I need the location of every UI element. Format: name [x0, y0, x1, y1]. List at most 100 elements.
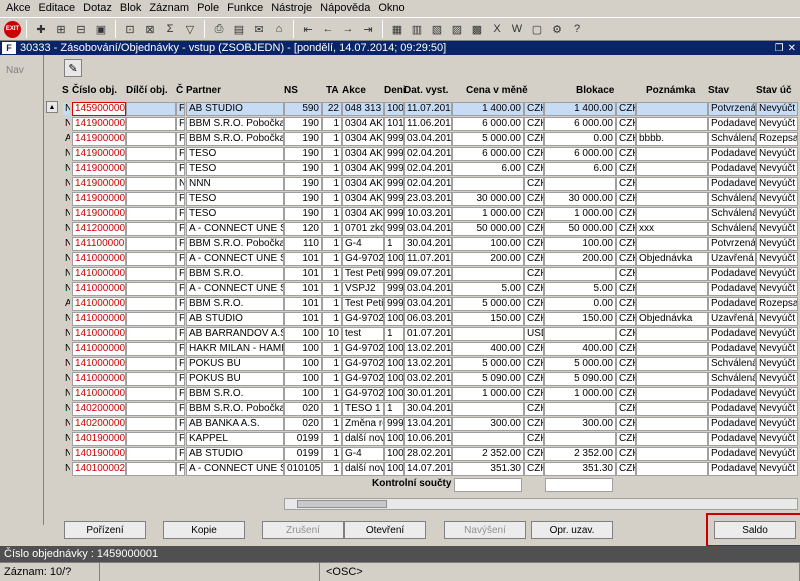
- table-cell[interactable]: CZK: [616, 372, 636, 386]
- table-cell[interactable]: 1008: [384, 252, 404, 266]
- table-row[interactable]: N1459000001 FAB STUDIO59022048 313 In1007…: [46, 101, 798, 116]
- table-cell[interactable]: 190: [284, 132, 322, 146]
- table-cell[interactable]: Nevyúčt: [756, 177, 798, 191]
- table-cell[interactable]: 100: [284, 342, 322, 356]
- print-icon[interactable]: ⎙: [210, 20, 228, 38]
- table-cell[interactable]: TESO: [186, 207, 284, 221]
- table-cell[interactable]: [126, 267, 176, 281]
- previous-record-icon[interactable]: ←: [319, 20, 337, 38]
- table-cell[interactable]: 02.04.2014: [404, 147, 452, 161]
- table-cell[interactable]: Nevyúčt: [756, 267, 798, 281]
- table-cell[interactable]: 0304 AKCI: [342, 162, 384, 176]
- column-header[interactable]: Akce: [342, 85, 366, 99]
- table-cell[interactable]: 02.04.2014: [404, 177, 452, 191]
- table-cell[interactable]: G4-9702-2: [342, 357, 384, 371]
- table-cell[interactable]: [636, 327, 708, 341]
- table-cell[interactable]: CZK: [524, 417, 544, 431]
- button-1[interactable]: Kopie: [163, 521, 245, 539]
- order-number-cell[interactable]: 1410000004: [72, 267, 126, 281]
- table-cell[interactable]: POKUS BÚ: [186, 357, 284, 371]
- table-cell[interactable]: VSPJ2: [342, 282, 384, 296]
- table-cell[interactable]: [636, 282, 708, 296]
- table-cell[interactable]: [544, 177, 616, 191]
- table-cell[interactable]: TESO: [186, 192, 284, 206]
- table-cell[interactable]: 120: [284, 222, 322, 236]
- table-cell[interactable]: Nevyúčt: [756, 282, 798, 296]
- table-cell[interactable]: CZK: [524, 147, 544, 161]
- table-cell[interactable]: AB BANKA A.S.: [186, 417, 284, 431]
- table-cell[interactable]: 03.04.2014: [404, 132, 452, 146]
- table-cell[interactable]: 10.06.2014: [404, 432, 452, 446]
- query-icon[interactable]: ⊡: [121, 20, 139, 38]
- table-cell[interactable]: G4-9702-2: [342, 252, 384, 266]
- table-cell[interactable]: N: [62, 222, 71, 236]
- table-cell[interactable]: Nevyúčt: [756, 222, 798, 236]
- table-cell[interactable]: CZK: [616, 402, 636, 416]
- table-cell[interactable]: 30.01.2014: [404, 387, 452, 401]
- order-number-cell[interactable]: 1410000001: [72, 387, 126, 401]
- table-cell[interactable]: test: [342, 327, 384, 341]
- table-cell[interactable]: AB STUDIO: [186, 312, 284, 326]
- table-cell[interactable]: Nevyúčt: [756, 432, 798, 446]
- first-record-icon[interactable]: ⇤: [299, 20, 317, 38]
- table-cell[interactable]: F: [176, 312, 185, 326]
- table-cell[interactable]: 1: [322, 372, 342, 386]
- table-row[interactable]: N1410000004 FHAKR MILAN - HAMICO1001G4-97…: [46, 341, 798, 356]
- column-header[interactable]: Deni: [384, 85, 406, 99]
- table-cell[interactable]: 1: [322, 252, 342, 266]
- table-cell[interactable]: 02.04.2014: [404, 162, 452, 176]
- table-cell[interactable]: BBM S.R.O. Pobočka Pra: [186, 402, 284, 416]
- table-cell[interactable]: 03.02.2014: [404, 372, 452, 386]
- table-cell[interactable]: 101: [284, 267, 322, 281]
- table-cell[interactable]: 5 090.00: [544, 372, 616, 386]
- column-header[interactable]: Dílčí obj.: [126, 85, 168, 99]
- table-cell[interactable]: 100.00: [544, 237, 616, 251]
- table-cell[interactable]: [636, 357, 708, 371]
- table-cell[interactable]: [126, 342, 176, 356]
- table-cell[interactable]: CZK: [616, 297, 636, 311]
- column-header[interactable]: Poznámka: [646, 85, 695, 99]
- table-cell[interactable]: 0304 AKCI: [342, 192, 384, 206]
- table-cell[interactable]: CZK: [616, 162, 636, 176]
- horizontal-scrollbar[interactable]: [284, 498, 798, 510]
- table-cell[interactable]: 9999: [384, 267, 404, 281]
- table-cell[interactable]: [126, 447, 176, 461]
- table-cell[interactable]: 03.04.2014: [404, 297, 452, 311]
- table-cell[interactable]: 06.03.2014: [404, 312, 452, 326]
- table-cell[interactable]: CZK: [524, 117, 544, 131]
- table-cell[interactable]: F: [176, 402, 185, 416]
- table-row[interactable]: A1419000006FBBM S.R.O. Pobočka Pra190103…: [46, 131, 798, 146]
- table-cell[interactable]: 10: [322, 327, 342, 341]
- table-cell[interactable]: BBM S.R.O. Pobočka Pra: [186, 237, 284, 251]
- table-cell[interactable]: 9999: [384, 297, 404, 311]
- order-number-cell[interactable]: 1411000001: [72, 237, 126, 251]
- table-cell[interactable]: [636, 462, 708, 476]
- count-icon[interactable]: Σ: [161, 20, 179, 38]
- table-cell[interactable]: Nevyúčt: [756, 162, 798, 176]
- table-cell[interactable]: [636, 102, 708, 116]
- table-cell[interactable]: 03.04.2014: [404, 222, 452, 236]
- table-cell[interactable]: [636, 147, 708, 161]
- excel-icon[interactable]: X: [488, 20, 506, 38]
- table-cell[interactable]: Nevyúčt: [756, 372, 798, 386]
- table-cell[interactable]: 0.00: [544, 132, 616, 146]
- table-cell[interactable]: Schválená: [708, 222, 756, 236]
- table-cell[interactable]: 03.04.2014: [404, 282, 452, 296]
- table-cell[interactable]: CZK: [616, 102, 636, 116]
- table-cell[interactable]: CZK: [616, 267, 636, 281]
- table-cell[interactable]: G4-9702-2: [342, 387, 384, 401]
- table-cell[interactable]: [452, 402, 524, 416]
- table-cell[interactable]: 14.07.2014: [404, 462, 452, 476]
- table-cell[interactable]: CZK: [524, 402, 544, 416]
- order-number-cell[interactable]: 1419000005: [72, 147, 126, 161]
- table-cell[interactable]: 1: [322, 192, 342, 206]
- table-cell[interactable]: 1: [322, 147, 342, 161]
- table-cell[interactable]: Schválená: [708, 192, 756, 206]
- table-cell[interactable]: 1: [322, 312, 342, 326]
- table-cell[interactable]: CZK: [616, 237, 636, 251]
- table-cell[interactable]: CZK: [524, 192, 544, 206]
- table-cell[interactable]: CZK: [616, 252, 636, 266]
- table-cell[interactable]: 0701 zkou: [342, 222, 384, 236]
- table-cell[interactable]: Podadavek: [708, 177, 756, 191]
- table-cell[interactable]: 101C: [384, 117, 404, 131]
